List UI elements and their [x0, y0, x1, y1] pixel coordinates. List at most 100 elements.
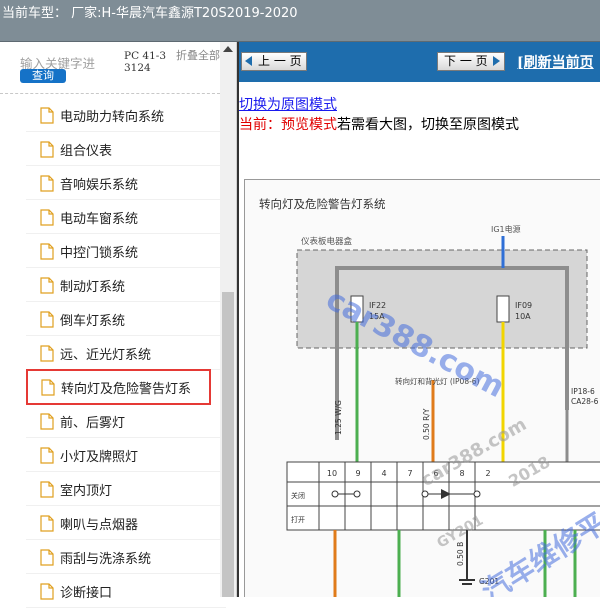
document-icon: [40, 583, 54, 600]
pin-number: 9: [355, 469, 360, 478]
tree-item-label: 电动助力转向系统: [60, 110, 165, 125]
document-icon: [40, 447, 54, 464]
window-title: 当前车型： 厂家:H-华晨汽车鑫源T20S2019-2020: [2, 6, 298, 21]
tree-item[interactable]: 前、后雾灯: [26, 404, 226, 438]
switch-contact: [331, 490, 339, 498]
prev-page-button[interactable]: 上 一 页: [241, 52, 307, 71]
search-row: 查询 PC 41-33124 折叠全部: [0, 42, 220, 94]
arrow-right-icon: [493, 56, 500, 66]
tree-item-label: 制动灯系统: [60, 280, 126, 295]
tree-item[interactable]: 室内顶灯: [26, 472, 226, 506]
tree-item-label: 小灯及牌照灯: [60, 450, 139, 465]
tree-item[interactable]: 诊断接口: [26, 574, 226, 608]
refresh-page-link[interactable]: [刷新当前页: [517, 52, 594, 72]
document-icon: [40, 515, 54, 532]
row-on-label: 打开: [291, 515, 305, 524]
electric-box-label: 仪表板电器盒: [301, 236, 353, 247]
document-icon: [40, 243, 54, 260]
tree-item-label: 组合仪表: [60, 144, 113, 159]
document-icon: [40, 413, 54, 430]
wiring-diagram-svg: 仪表板电器盒 IG1电源 IF22 15A IF09 10A 1.25 W/G …: [286, 224, 600, 597]
tree-item-label: 转向灯及危险警告灯系: [61, 382, 192, 397]
tree-item-label: 中控门锁系统: [60, 246, 139, 261]
tree-item[interactable]: 组合仪表: [26, 132, 226, 166]
tree-item-label: 倒车灯系统: [60, 314, 126, 329]
current-mode-text: 当前：预览模式若需看大图，切换至原图模式: [239, 114, 519, 134]
wire3-label: 0.50 B: [456, 542, 465, 566]
next-page-label: 下 一 页: [444, 54, 488, 68]
query-button[interactable]: 查询: [20, 69, 66, 83]
tree-item[interactable]: 喇叭与点烟器: [26, 506, 226, 540]
diagram-title: 转向灯及危险警告灯系统: [259, 197, 386, 211]
system-tree: 电动助力转向系统 组合仪表音响娱乐系统 电动车窗系统 中控门锁系统 制动灯系统倒车灯系统…: [0, 98, 226, 608]
sidebar: 查询 PC 41-33124 折叠全部 电动助力转向系统组合仪表音响娱乐系统电动…: [0, 42, 237, 608]
switch-original-mode-link[interactable]: 切换为原图模式: [239, 94, 337, 114]
document-icon: [40, 549, 54, 566]
row-off-label: 关闭: [291, 491, 305, 500]
power-label: IG1电源: [491, 224, 521, 234]
fuse1-id: IF22: [369, 301, 386, 310]
tree-item-label: 电动车窗系统: [60, 212, 139, 227]
tree-item[interactable]: 倒车灯系统: [26, 302, 226, 336]
sidebar-scrollbar[interactable]: [220, 42, 236, 597]
title-bar: 当前车型： 厂家:H-华晨汽车鑫源T20S2019-2020: [0, 0, 600, 42]
scroll-up-arrow-icon[interactable]: [223, 46, 233, 52]
prev-page-label: 上 一 页: [258, 54, 302, 68]
tree-item-label: 远、近光灯系统: [60, 348, 152, 363]
document-icon: [40, 175, 54, 192]
pin-number: 10: [327, 469, 337, 478]
model-code: PC 41-33124: [124, 50, 167, 74]
document-icon: [41, 379, 55, 396]
fuse-if09: [496, 295, 510, 323]
tree-item-label: 音响娱乐系统: [60, 178, 139, 193]
tree-item-label: 诊断接口: [60, 586, 113, 601]
scrollbar-thumb[interactable]: [222, 292, 234, 597]
pin-number: 2: [485, 469, 490, 478]
wire1-label: 1.25 W/G: [334, 400, 343, 435]
fuse2-id: IF09: [515, 301, 532, 310]
pin-number: 7: [407, 469, 412, 478]
tree-item-label: 雨刮与洗涤系统: [60, 552, 152, 567]
connector1-label: IP18-6: [571, 387, 595, 396]
page-nav-bar: 上 一 页 下 一 页 [刷新当前页: [239, 42, 600, 82]
fuse2-amp: 10A: [515, 312, 531, 321]
fuse-if22: [350, 295, 364, 323]
next-page-button[interactable]: 下 一 页: [437, 52, 505, 71]
tree-item[interactable]: 音响娱乐系统: [26, 166, 226, 200]
pin-number: 8: [459, 469, 464, 478]
arrow-left-icon: [245, 56, 252, 66]
wiring-diagram[interactable]: 仪表板电器盒 IG1电源 IF22 15A IF09 10A 1.25 W/G …: [244, 179, 600, 597]
pin-number: 6: [433, 469, 438, 478]
tree-item[interactable]: 雨刮与洗涤系统: [26, 540, 226, 574]
diagram-note: 转向灯和背光灯 (IP08-6): [395, 376, 480, 386]
document-icon: [40, 345, 54, 362]
document-icon: [40, 481, 54, 498]
document-icon: [40, 209, 54, 226]
tree-item[interactable]: 远、近光灯系统: [26, 336, 226, 370]
wire2-label: 0.50 R/Y: [422, 408, 431, 440]
collapse-all-button[interactable]: 折叠全部: [176, 50, 220, 62]
tree-item[interactable]: 制动灯系统: [26, 268, 226, 302]
switch-contact: [473, 490, 481, 498]
tree-item-label: 前、后雾灯: [60, 416, 126, 431]
document-icon: [40, 311, 54, 328]
tree-item[interactable]: 转向灯及危险警告灯系: [26, 369, 211, 405]
connector2-label: CA28-6: [571, 397, 599, 406]
tree-item[interactable]: 电动助力转向系统: [26, 98, 226, 132]
pin-number: 4: [381, 469, 386, 478]
viewer-panel: 上 一 页 下 一 页 [刷新当前页 切换为原图模式 当前：预览模式若需看大图，…: [239, 42, 600, 597]
electric-box: [296, 249, 588, 349]
switch-contact: [421, 490, 429, 498]
tree-item-label: 室内顶灯: [60, 484, 113, 499]
mode-prefix: 当前：预览模式: [239, 117, 337, 133]
tree-item[interactable]: 电动车窗系统: [26, 200, 226, 234]
tree-item[interactable]: 小灯及牌照灯: [26, 438, 226, 472]
document-icon: [40, 107, 54, 124]
ground-label: G201: [479, 577, 499, 586]
document-icon: [40, 277, 54, 294]
document-icon: [40, 141, 54, 158]
tree-item[interactable]: 中控门锁系统: [26, 234, 226, 268]
mode-suffix: 若需看大图，切换至原图模式: [337, 117, 519, 133]
switch-contact: [353, 490, 361, 498]
fuse1-amp: 15A: [369, 312, 385, 321]
